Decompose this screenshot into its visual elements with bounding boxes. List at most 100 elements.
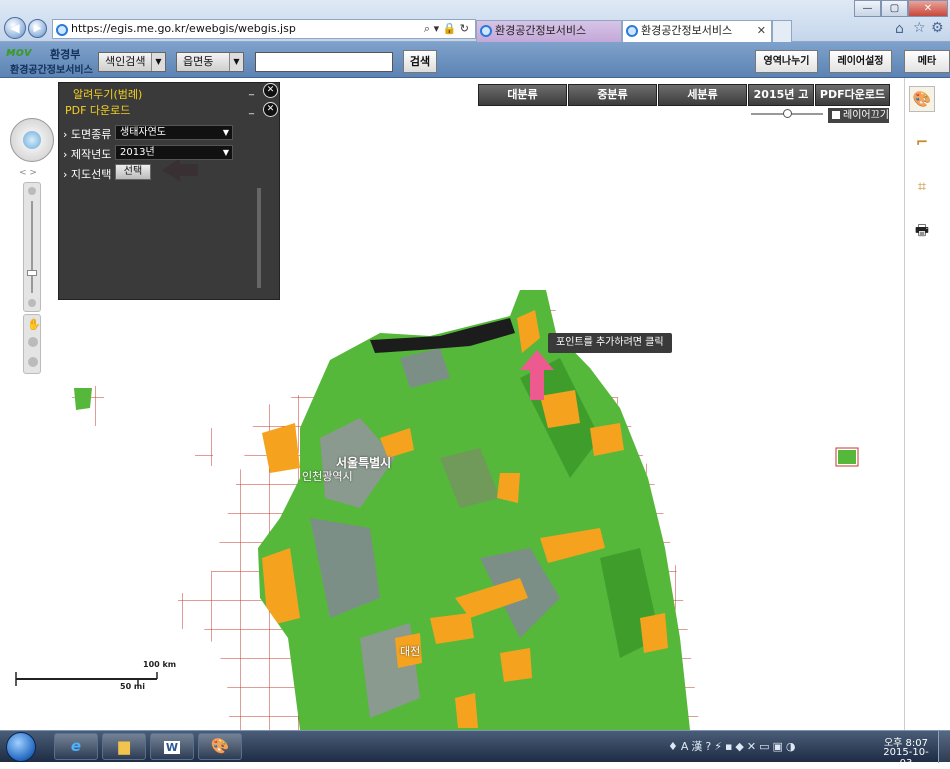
opacity-slider-handle[interactable] [783,109,792,118]
map-label-incheon: 인천광역시 [302,470,353,483]
pdf-panel: 알려두기(범례) _ ✕ PDF 다운로드 _ ✕ › 도면종류 생태자연도 ▼ … [58,82,280,300]
favorites-star-icon[interactable]: ☆ [913,20,926,36]
back-button[interactable]: ◀ [4,17,26,39]
minimize-button[interactable]: — [854,0,881,17]
home-icon[interactable]: ⌂ [895,21,904,37]
map-type-select[interactable]: 생태자연도 ▼ [115,125,233,140]
chevron-down-icon: ▼ [229,53,243,71]
ie-page-icon [56,24,68,36]
zoom-in-icon[interactable] [28,187,36,195]
close-legend-icon[interactable]: ✕ [263,83,278,98]
ie-tab-icon [626,25,638,37]
start-button[interactable] [6,732,36,762]
tab-1[interactable]: 환경공간정보서비스 [476,20,622,42]
app-toolbar: ᴍᴏᴠ 환경부 환경공간정보서비스 색인검색 ▼ 읍면동 ▼ 검색 영역나누기 레이… [0,42,950,78]
layer-off-label: 레이어끄기 [843,110,889,121]
logo-mark: ᴍᴏᴠ [6,45,32,59]
map-select-label: 지도선택 [70,168,112,181]
taskbar: e ▆ W 🎨 ♦A漢?⚡▪◆✕▭▣◑ 오후 8:07 2015-10-03 [0,730,950,769]
rotate-arrows-icon[interactable]: < > [19,168,37,178]
palette-icon[interactable]: 🎨 [909,86,935,112]
system-tray-icons[interactable]: ♦A漢?⚡▪◆✕▭▣◑ [668,738,798,754]
measure-icon[interactable]: ⌐ [909,130,935,156]
search-lock-refresh-icon[interactable]: ⌕ ▾ 🔒 ↻ [424,20,469,38]
logo-top-text: 환경부 [50,48,81,61]
zoom-box-out-icon[interactable] [28,357,38,367]
zoom-track [31,201,33,293]
panel-scrollbar[interactable] [257,188,261,288]
notice-2015-button[interactable]: 2015년 고시 [748,84,814,121]
meta-button[interactable]: 메타 [904,50,950,73]
forward-button[interactable]: ▶ [28,19,47,38]
map-type-label: 도면종류 [70,128,112,141]
clock-date[interactable]: 2015-10-03 [878,747,934,769]
pan-compass[interactable] [10,118,54,162]
tooltip: 포인트를 추가하려면 클릭 [548,333,672,353]
close-tab-icon[interactable]: ✕ [757,21,766,41]
folder-taskbar-icon[interactable]: ▆ [102,733,146,760]
hand-pan-icon[interactable]: ✋ [27,318,41,331]
logo-bottom-text: 환경공간정보서비스 [10,65,93,76]
scale-mi-label: 50 mi [120,682,145,691]
pdf-download-button[interactable]: PDF다운로드 [815,84,890,106]
area-share-button[interactable]: 영역나누기 [755,50,818,73]
search-button[interactable]: 검색 [403,50,437,73]
chevron-down-icon: ▼ [222,148,229,157]
ie-taskbar-icon[interactable]: e [54,733,98,760]
map-type-value: 생태자연도 [120,127,166,138]
minimize-pdf-icon[interactable]: _ [249,104,261,115]
checkbox-icon [832,111,840,119]
region-select[interactable]: 읍면동 ▼ [176,52,244,72]
show-desktop-button[interactable] [938,731,950,763]
tab-1-label: 환경공간정보서비스 [495,24,587,37]
tools-gear-icon[interactable]: ⚙ [931,20,944,36]
area-share-label: 영역나누기 [763,56,810,67]
chevron-down-icon: ▼ [151,53,165,71]
close-window-button[interactable]: ✕ [908,0,948,17]
layer-off-button[interactable]: 레이어끄기 [828,108,889,123]
layer-settings-button[interactable]: 레이어설정 [829,50,892,73]
year-label: 제작년도 [70,148,112,161]
right-toolbar: 🎨 ⌐ ⌗ 🖶 [904,78,950,730]
search-input[interactable] [255,52,393,72]
maximize-button[interactable]: ▢ [881,0,908,17]
paint-taskbar-icon[interactable]: 🎨 [198,733,242,760]
minor-category-button[interactable]: 세분류 [658,84,747,106]
year-value: 2013년 [120,147,155,158]
tab-2-active[interactable]: 환경공간정보서비스 ✕ [622,20,772,42]
legend-title[interactable]: 알려두기(범례) [73,86,142,102]
meta-label: 메타 [917,56,937,67]
zoom-handle[interactable] [27,270,37,276]
scale-km-label: 100 km [143,660,177,669]
browser-chrome: — ▢ ✕ ◀ ▶ https://egis.me.go.kr/ewebgis/… [0,0,950,42]
opacity-slider-track[interactable] [751,109,823,118]
address-bar[interactable]: https://egis.me.go.kr/ewebgis/webgis.jsp… [52,19,476,39]
map-select-button[interactable]: 선택 [115,164,151,180]
land-mass [258,290,690,730]
index-search-value: 색인검색 [105,55,146,68]
major-category-button[interactable]: 대분류 [478,84,567,106]
minimize-panel-icon[interactable]: _ [249,85,261,96]
index-search-select[interactable]: 색인검색 ▼ [98,52,166,72]
row-map-type-label: › 도면종류 [63,128,112,141]
new-tab-button[interactable] [772,20,792,42]
year-select[interactable]: 2013년 ▼ [115,145,233,160]
close-pdf-icon[interactable]: ✕ [263,102,278,117]
layer-settings-label: 레이어설정 [837,56,884,67]
zoom-out-icon[interactable] [28,299,36,307]
zoom-slider[interactable] [23,182,41,312]
pdf-title: PDF 다운로드 [65,104,131,117]
medium-category-button[interactable]: 중분류 [568,84,657,106]
tab-2-label: 환경공간정보서비스 [641,24,733,37]
crop-icon[interactable]: ⌗ [909,174,935,200]
url-text: https://egis.me.go.kr/ewebgis/webgis.jsp [71,22,296,35]
row-map-select-label: › 지도선택 [63,168,112,181]
row-year-label: › 제작년도 [63,148,112,161]
print-icon[interactable]: 🖶 [909,218,935,244]
chevron-down-icon: ▼ [222,128,229,137]
ie-tab-icon [480,25,492,37]
word-taskbar-icon[interactable]: W [150,733,194,760]
globe-icon [23,131,41,149]
map-label-daejeon: 대전 [400,645,421,658]
zoom-box-in-icon[interactable] [28,337,38,347]
